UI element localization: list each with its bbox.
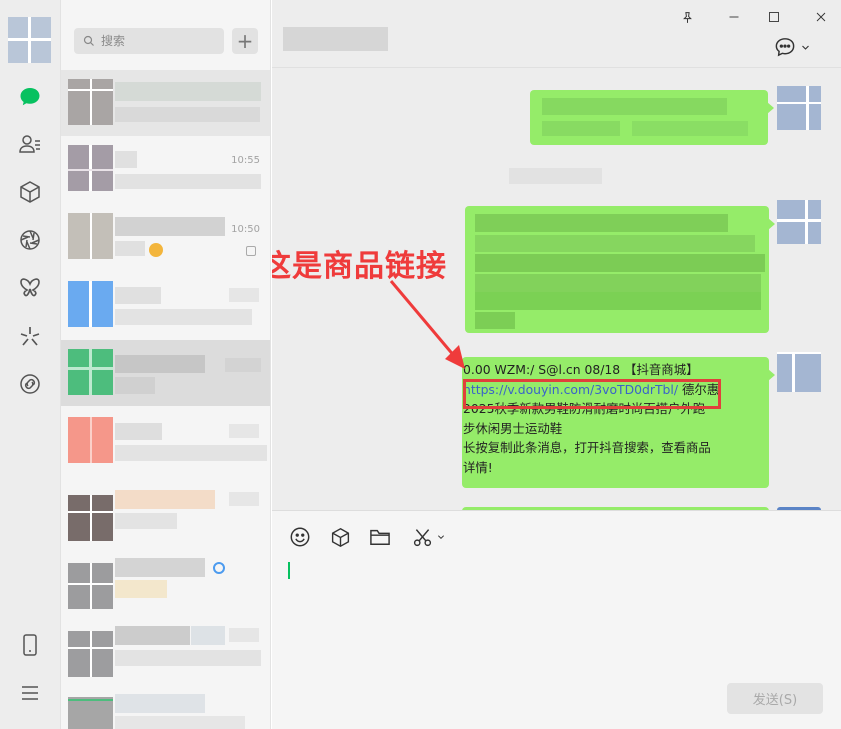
send-button[interactable]: 发送(S) — [727, 683, 823, 714]
list-item[interactable] — [61, 272, 270, 338]
list-item[interactable]: 10:50 — [61, 204, 270, 270]
list-item[interactable] — [61, 70, 270, 136]
message-list: 0.00 WZM:/ S@l.cn 08/18 【抖音商城】 https://v… — [272, 69, 841, 510]
avatar — [68, 689, 113, 729]
sync-icon — [213, 562, 225, 574]
phone-icon[interactable] — [16, 631, 44, 659]
my-avatar[interactable] — [777, 352, 821, 392]
annotation-arrow — [389, 280, 465, 369]
avatar — [68, 485, 113, 541]
search-box[interactable] — [74, 28, 224, 54]
link-highlight-box — [463, 379, 721, 409]
mute-icon — [246, 246, 256, 256]
my-avatar[interactable] — [777, 200, 821, 244]
folder-icon[interactable] — [368, 525, 392, 549]
butterfly-icon[interactable] — [16, 273, 44, 301]
avatar — [68, 79, 113, 125]
sparkle-icon[interactable] — [16, 322, 44, 350]
more-icon — [775, 38, 795, 57]
cube-icon[interactable] — [16, 178, 44, 206]
message-line: 0.00 WZM:/ S@l.cn 08/18 【抖音商城】 — [463, 362, 699, 377]
avatar — [68, 553, 113, 609]
message-bubble[interactable] — [465, 206, 775, 333]
cube-icon[interactable] — [328, 525, 352, 549]
close-icon[interactable] — [810, 6, 832, 28]
scissors-icon — [413, 528, 431, 546]
message-line: 步休闲男士运动鞋 — [463, 420, 563, 436]
my-avatar[interactable] — [777, 86, 821, 130]
minimize-icon[interactable] — [723, 6, 745, 28]
message-line: 长按复制此条消息，打开抖音搜索，查看商品 — [463, 440, 711, 456]
list-item[interactable] — [61, 476, 270, 542]
conversation-list: + 10:55 10:50 — [61, 0, 271, 729]
search-input[interactable] — [101, 34, 211, 48]
avatar — [68, 213, 113, 259]
chat-panel: 0.00 WZM:/ S@l.cn 08/18 【抖音商城】 https://v… — [272, 0, 841, 729]
avatar — [68, 417, 113, 463]
search-icon — [83, 35, 94, 46]
list-item[interactable] — [61, 680, 270, 729]
timestamp-divider — [509, 168, 602, 184]
list-item[interactable] — [61, 408, 270, 474]
timestamp: 10:50 — [231, 224, 260, 235]
chat-header — [272, 0, 841, 68]
nav-rail — [0, 0, 61, 729]
list-item[interactable] — [61, 544, 270, 610]
list-item[interactable] — [61, 612, 270, 678]
message-bubble[interactable] — [530, 90, 774, 145]
chat-icon[interactable] — [16, 83, 44, 111]
chevron-down-icon — [802, 45, 809, 50]
list-item[interactable] — [61, 340, 270, 406]
chat-title — [283, 27, 388, 51]
avatar — [68, 145, 113, 191]
pin-icon[interactable] — [676, 6, 698, 28]
avatar — [68, 349, 113, 395]
more-button[interactable] — [774, 37, 810, 57]
menu-icon[interactable] — [16, 679, 44, 707]
shutter-icon[interactable] — [16, 226, 44, 254]
chevron-down-icon — [437, 535, 444, 540]
user-avatar[interactable] — [8, 17, 51, 63]
add-button[interactable]: + — [232, 28, 258, 54]
emoji-icon[interactable] — [288, 525, 312, 549]
screenshot-button[interactable] — [408, 525, 448, 549]
contacts-icon[interactable] — [16, 130, 44, 158]
timestamp: 10:55 — [231, 155, 260, 166]
emoji-sticker — [149, 243, 163, 257]
message-input[interactable] — [282, 556, 832, 666]
maximize-icon[interactable] — [763, 6, 785, 28]
avatar — [68, 621, 113, 677]
composer: 发送(S) — [272, 510, 841, 729]
list-item[interactable]: 10:55 — [61, 136, 270, 202]
avatar — [68, 281, 113, 327]
message-line: 详情! — [463, 459, 493, 475]
link-icon[interactable] — [16, 370, 44, 398]
message-text[interactable]: 0.00 WZM:/ S@l.cn 08/18 【抖音商城】 https://v… — [463, 360, 768, 478]
